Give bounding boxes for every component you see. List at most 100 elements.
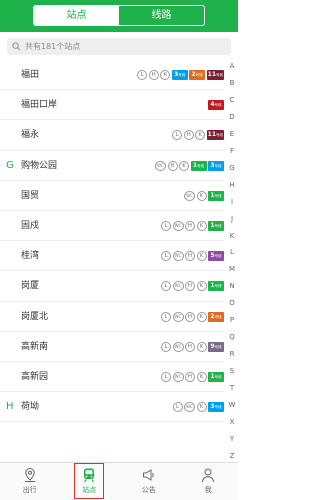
index-letter[interactable]: Y [230, 435, 234, 443]
search-bar [0, 32, 238, 62]
line-suffix: 号线 [214, 223, 222, 228]
station-row[interactable]: 岗厦 L WC H K 1号线 [0, 271, 224, 302]
accessible-icon: H [148, 70, 159, 80]
nav-announcements[interactable]: 公告 [119, 463, 179, 500]
station-row[interactable]: 固戍 L WC H K 1号线 [0, 211, 224, 242]
index-letter[interactable]: O [229, 299, 235, 307]
index-letter[interactable]: J [231, 215, 233, 223]
kiosk-icon: K [195, 130, 206, 141]
accessible-icon: H [185, 371, 195, 382]
nav-me-label: 我 [204, 486, 212, 494]
index-letter[interactable]: Q [229, 333, 235, 341]
index-letter[interactable]: W [229, 401, 236, 409]
index-letter[interactable]: C [230, 96, 235, 104]
search-input[interactable] [25, 42, 205, 51]
index-letter[interactable]: G [229, 164, 234, 172]
index-letter[interactable]: P [230, 316, 234, 324]
station-facilities: WC H K 1号线 3号线 [155, 151, 224, 181]
toilet-icon: WC [172, 311, 184, 322]
toilet-icon: WC [155, 160, 166, 171]
kiosk-icon: K [196, 220, 207, 231]
nav-announcements-label: 公告 [141, 486, 156, 494]
line-suffix: 号线 [214, 254, 222, 259]
line-suffix: 号线 [214, 284, 222, 289]
station-name: 岗厦 [21, 281, 40, 292]
station-name: 购物公园 [21, 160, 58, 171]
station-name: 岗厦北 [21, 311, 49, 322]
kiosk-icon: K [160, 70, 171, 80]
tab-stations[interactable]: 站点 [34, 6, 119, 25]
accessible-icon: H [183, 130, 194, 141]
toilet-icon: WC [172, 371, 184, 382]
index-letter[interactable]: R [230, 350, 235, 358]
index-letter[interactable]: N [229, 282, 234, 290]
station-row[interactable]: 福永 L H K 11号线 [0, 120, 224, 151]
kiosk-icon: K [196, 251, 207, 262]
bottom-nav: 出行 站点 公告 我 [0, 462, 238, 500]
station-row[interactable]: 国贸 WC K 1号线 [0, 181, 224, 211]
index-letter[interactable]: X [230, 418, 235, 426]
station-list: 福田 L H K 3号线 2号线 11号线 福田口岸 4号线 福永 L H K 11号线 G 购物公园 WC H K… [0, 60, 224, 423]
kiosk-icon: K [196, 281, 207, 292]
index-letter[interactable]: H [229, 181, 234, 189]
station-name: 荷坳 [21, 402, 40, 413]
toilet-icon: WC [184, 402, 195, 413]
station-row[interactable]: 桂湾 L WC H K 5号线 [0, 241, 224, 272]
station-row[interactable]: 福田口岸 4号线 [0, 90, 224, 121]
section-letter: G [6, 159, 14, 171]
line-badge: 11号线 [206, 70, 224, 80]
index-letter[interactable]: M [229, 265, 235, 273]
station-row[interactable]: 高新园 L WC H K 1号线 [0, 362, 224, 393]
index-letter[interactable]: B [230, 79, 235, 87]
tab-switcher: 站点 线路 [33, 5, 205, 26]
station-name: 福田口岸 [21, 100, 58, 111]
index-letter[interactable]: K [230, 232, 235, 240]
index-letter[interactable]: I [231, 198, 233, 206]
station-facilities: L H K 11号线 [172, 120, 224, 150]
kiosk-icon: K [196, 190, 207, 201]
line-suffix: 号线 [216, 73, 223, 77]
station-row[interactable]: 高新南 L WC H K 9号线 [0, 332, 224, 362]
line-suffix: 号线 [214, 314, 222, 319]
toilet-icon: WC [172, 341, 184, 352]
index-letter[interactable]: E [230, 130, 234, 138]
station-row[interactable]: G 购物公园 WC H K 1号线 3号线 [0, 151, 224, 181]
station-name: 桂湾 [21, 251, 40, 262]
tab-lines[interactable]: 线路 [119, 6, 204, 25]
index-letter[interactable]: A [230, 62, 235, 70]
line-number: 11 [207, 131, 216, 139]
line-suffix: 号线 [214, 405, 222, 410]
index-letter[interactable]: S [230, 367, 234, 375]
alphabet-index[interactable]: A B C D E F G H I J KL M N O P Q R S T W X Y Z [226, 62, 238, 460]
search-box[interactable] [7, 38, 231, 55]
index-letter[interactable]: T [230, 384, 234, 392]
accessible-icon: H [167, 160, 178, 171]
line-badge: 1号线 [208, 220, 224, 231]
station-facilities: L WC H K 2号线 [161, 302, 224, 332]
station-facilities: L WC H K 5号线 [161, 241, 224, 271]
station-row[interactable]: H 荷坳 L WC K 3号线 [0, 392, 224, 423]
kiosk-icon: K [196, 341, 207, 352]
index-letter[interactable]: Z [230, 452, 235, 460]
index-letter[interactable]: D [229, 113, 234, 121]
line-badge: 1号线 [208, 371, 224, 382]
index-letter[interactable]: L [230, 248, 234, 256]
station-row[interactable]: 岗厦北 L WC H K 2号线 [0, 302, 224, 332]
station-facilities: L WC H K 1号线 [161, 211, 224, 241]
line-badge: 9号线 [208, 341, 224, 352]
elevator-icon: L [161, 251, 171, 262]
toilet-icon: WC [172, 281, 184, 292]
elevator-icon: L [172, 130, 183, 141]
index-letter[interactable]: F [230, 147, 234, 155]
nav-me[interactable]: 我 [179, 463, 239, 500]
elevator-icon: L [137, 70, 148, 80]
nav-travel[interactable]: 出行 [0, 463, 60, 500]
toilet-icon: WC [172, 251, 184, 262]
station-row[interactable]: 福田 L H K 3号线 2号线 11号线 [0, 60, 224, 91]
accessible-icon: H [185, 281, 195, 292]
line-badge: 3号线 [208, 402, 224, 413]
station-name: 福永 [21, 130, 40, 141]
line-number: 11 [207, 71, 216, 78]
line-suffix: 号线 [214, 163, 222, 168]
line-badge: 1号线 [190, 160, 207, 171]
